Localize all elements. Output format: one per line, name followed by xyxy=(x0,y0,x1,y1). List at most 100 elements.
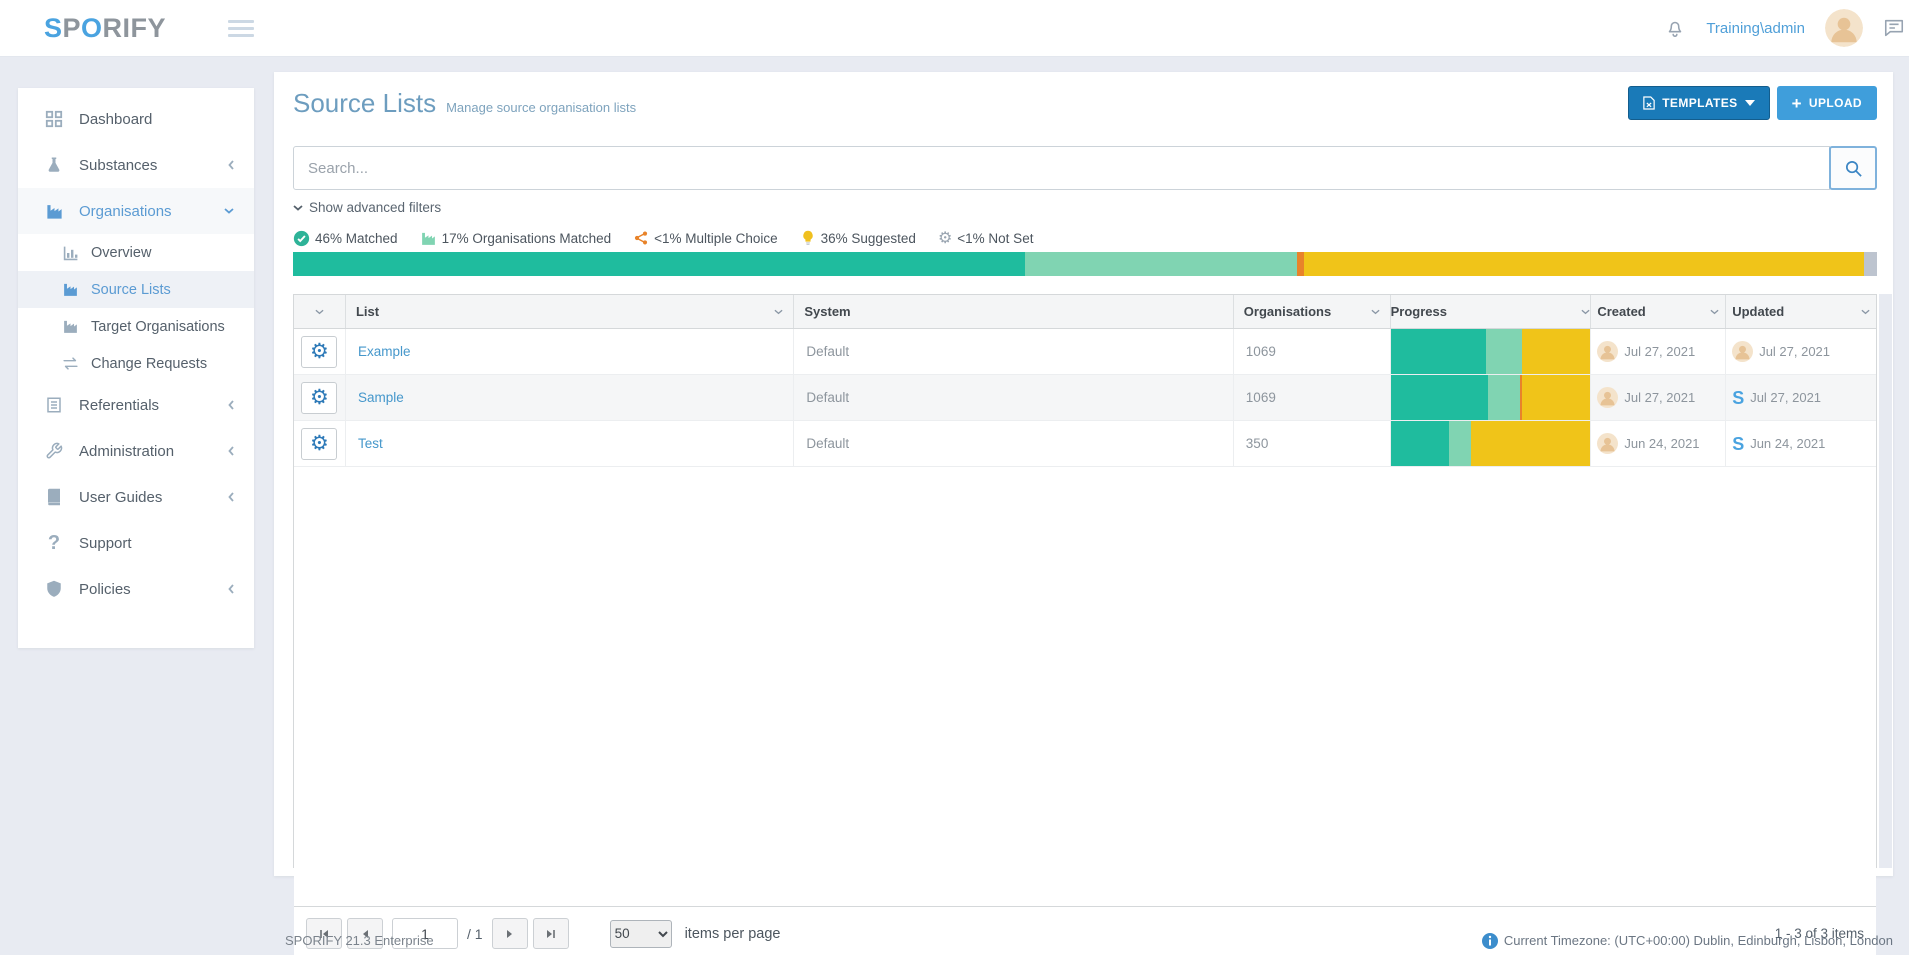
sidebar-item-user-guides[interactable]: User Guides xyxy=(18,474,254,520)
progress-legend: 46% Matched 17% Organisations Matched <1… xyxy=(293,228,1033,248)
shield-icon xyxy=(44,580,64,598)
column-header-list[interactable]: List xyxy=(346,295,794,328)
column-header-progress[interactable]: Progress xyxy=(1391,295,1592,328)
logo-letters-rify: RIFY xyxy=(103,13,167,44)
overall-progress-bar xyxy=(293,252,1877,276)
row-progress-bar xyxy=(1391,375,1591,420)
updated-date: Jul 27, 2021 xyxy=(1759,344,1830,359)
factory-icon xyxy=(62,318,79,335)
column-header-organisations[interactable]: Organisations xyxy=(1234,295,1391,328)
column-header-actions[interactable] xyxy=(294,295,346,328)
app-version-label: SPORIFY 21.3 Enterprise xyxy=(285,933,434,948)
sidebar-item-target-organisations[interactable]: Target Organisations xyxy=(18,308,254,345)
created-date: Jul 27, 2021 xyxy=(1624,390,1695,405)
search-input[interactable] xyxy=(293,146,1830,190)
sidebar-item-referentials[interactable]: Referentials xyxy=(18,382,254,428)
row-settings-button[interactable]: ⚙ xyxy=(301,428,337,460)
sidebar-item-administration[interactable]: Administration xyxy=(18,428,254,474)
logo-letter-p: P xyxy=(63,13,82,44)
share-icon xyxy=(633,230,649,246)
row-settings-button[interactable]: ⚙ xyxy=(301,382,337,414)
chevron-down-icon xyxy=(1861,309,1870,315)
main-content-card: Source Lists Manage source organisation … xyxy=(274,72,1893,876)
sidebar: Dashboard Substances Organisations Overv… xyxy=(18,88,254,648)
sidebar-item-source-lists[interactable]: Source Lists xyxy=(18,271,254,308)
factory-icon xyxy=(62,281,79,298)
row-progress-bar xyxy=(1391,421,1591,466)
document-x-icon xyxy=(1643,96,1655,110)
sporify-s-icon: S xyxy=(1732,435,1744,453)
updated-date: Jun 24, 2021 xyxy=(1750,436,1825,451)
page-title: Source Lists xyxy=(293,88,436,119)
sporify-s-icon: S xyxy=(1732,389,1744,407)
hamburger-menu-icon[interactable] xyxy=(228,16,254,41)
user-avatar[interactable] xyxy=(1825,9,1863,47)
check-circle-icon xyxy=(293,230,310,247)
table-row: ⚙ Sample Default 1069 Jul 27, 2021 S Jul… xyxy=(294,375,1876,421)
column-header-system[interactable]: System xyxy=(794,295,1233,328)
chevron-down-icon xyxy=(293,205,303,211)
logo-letter-o: O xyxy=(81,13,103,44)
table-row: ⚙ Test Default 350 Jun 24, 2021 S Jun 24… xyxy=(294,421,1876,467)
gear-icon: ⚙ xyxy=(310,387,329,408)
stat-suggested: 36% Suggested xyxy=(800,230,916,246)
system-value: Default xyxy=(806,436,849,451)
list-link[interactable]: Test xyxy=(358,436,383,451)
gear-icon: ⚙ xyxy=(310,341,329,362)
sidebar-item-overview[interactable]: Overview xyxy=(18,234,254,271)
search-button[interactable] xyxy=(1829,146,1877,190)
sidebar-item-dashboard[interactable]: Dashboard xyxy=(18,96,254,142)
chevron-down-icon xyxy=(774,309,783,315)
sidebar-item-policies[interactable]: Policies xyxy=(18,566,254,612)
user-avatar-icon xyxy=(1597,387,1618,408)
sidebar-item-organisations[interactable]: Organisations xyxy=(18,188,254,234)
chevron-down-icon xyxy=(224,208,234,214)
organisations-count: 1069 xyxy=(1246,390,1276,405)
organisations-count: 1069 xyxy=(1246,344,1276,359)
organisations-submenu: Overview Source Lists Target Organisatio… xyxy=(18,234,254,382)
chevron-down-icon xyxy=(315,309,324,315)
created-date: Jun 24, 2021 xyxy=(1624,436,1699,451)
user-menu[interactable]: Training\admin xyxy=(1706,20,1805,37)
wrench-icon xyxy=(44,442,64,460)
sporify-logo[interactable]: SPORIFY xyxy=(44,13,166,44)
sidebar-item-support[interactable]: ? Support xyxy=(18,520,254,566)
bar-chart-icon xyxy=(62,245,79,261)
sidebar-item-substances[interactable]: Substances xyxy=(18,142,254,188)
chevron-down-icon xyxy=(1710,309,1719,315)
topbar: SPORIFY Training\admin xyxy=(0,0,1909,56)
list-link[interactable]: Example xyxy=(358,344,411,359)
swap-arrows-icon xyxy=(62,355,79,372)
question-mark-icon: ? xyxy=(44,533,64,553)
list-document-icon xyxy=(44,396,64,414)
show-advanced-filters-toggle[interactable]: Show advanced filters xyxy=(293,200,441,215)
table-row: ⚙ Example Default 1069 Jul 27, 2021 Jul … xyxy=(294,329,1876,375)
caret-down-icon xyxy=(1745,100,1755,106)
footer: SPORIFY 21.3 Enterprise Current Timezone… xyxy=(0,926,1909,955)
system-value: Default xyxy=(806,390,849,405)
source-lists-table: List System Organisations Progress Creat… xyxy=(293,294,1877,868)
dashboard-grid-icon xyxy=(44,110,64,128)
logo-letter-s: S xyxy=(44,13,63,44)
gear-icon: ⚙ xyxy=(938,228,952,248)
table-empty-area xyxy=(294,467,1876,906)
organisations-count: 350 xyxy=(1246,436,1269,451)
list-link[interactable]: Sample xyxy=(358,390,404,405)
feedback-chat-icon[interactable] xyxy=(1883,17,1905,39)
stat-multiple-choice: <1% Multiple Choice xyxy=(633,230,777,246)
stat-not-set: ⚙ <1% Not Set xyxy=(938,228,1034,248)
upload-button[interactable]: + UPLOAD xyxy=(1777,86,1877,120)
row-settings-button[interactable]: ⚙ xyxy=(301,336,337,368)
book-icon xyxy=(44,488,64,506)
column-header-created[interactable]: Created xyxy=(1591,295,1726,328)
factory-icon xyxy=(420,230,437,247)
updated-date: Jul 27, 2021 xyxy=(1750,390,1821,405)
stat-matched: 46% Matched xyxy=(293,230,398,247)
user-avatar-icon xyxy=(1597,433,1618,454)
notifications-bell-icon[interactable] xyxy=(1664,17,1686,39)
column-header-updated[interactable]: Updated xyxy=(1726,295,1876,328)
templates-button[interactable]: TEMPLATES xyxy=(1628,86,1769,120)
sidebar-item-change-requests[interactable]: Change Requests xyxy=(18,345,254,382)
timezone-label: Current Timezone: (UTC+00:00) Dublin, Ed… xyxy=(1504,933,1893,948)
grid-scrollbar-track[interactable] xyxy=(1879,294,1892,868)
